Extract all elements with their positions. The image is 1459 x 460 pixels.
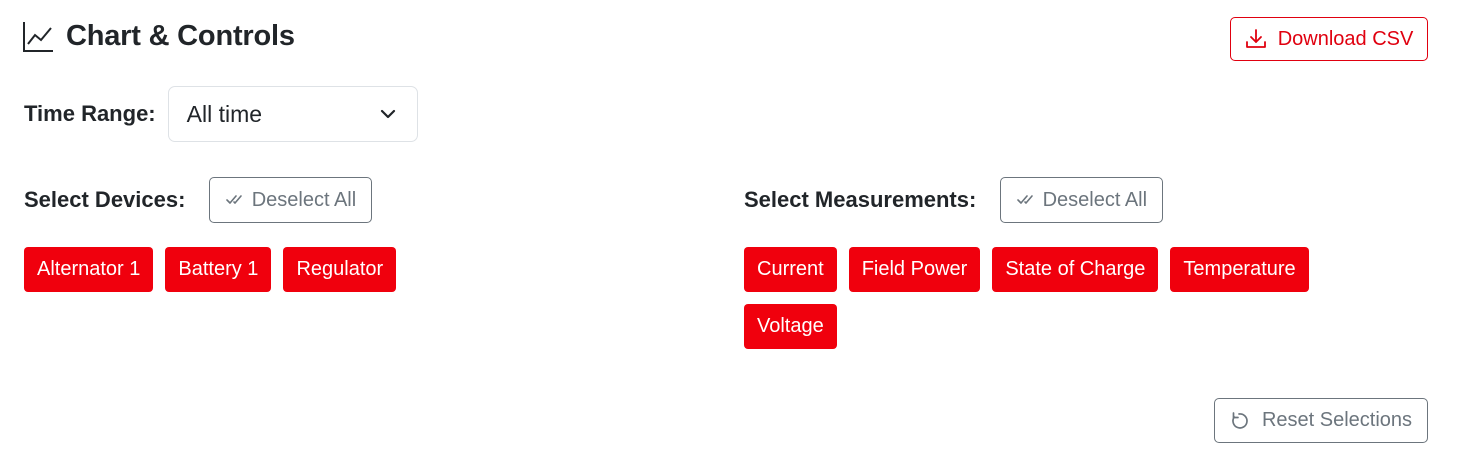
time-range-label: Time Range: [24, 101, 156, 126]
time-range-control: Time Range: All time [24, 86, 418, 142]
measurement-tag-voltage[interactable]: Voltage [744, 304, 837, 349]
time-range-select[interactable]: All time [167, 86, 418, 142]
measurement-tag-temperature[interactable]: Temperature [1170, 247, 1309, 292]
double-check-icon [1016, 194, 1035, 206]
time-range-value: All time [186, 100, 263, 127]
measurement-tag-current[interactable]: Current [744, 247, 837, 292]
deselect-all-label: Deselect All [251, 188, 357, 211]
devices-tag-list: Alternator 1 Battery 1 Regulator [24, 247, 704, 292]
device-tag-regulator[interactable]: Regulator [283, 247, 397, 292]
device-tag-alternator-1[interactable]: Alternator 1 [24, 247, 154, 292]
page-title: Chart & Controls [66, 20, 295, 52]
deselect-all-label: Deselect All [1042, 188, 1148, 211]
devices-header: Select Devices: Deselect All [24, 177, 373, 223]
measurements-header: Select Measurements: Deselect All [744, 177, 1164, 223]
download-icon [1245, 28, 1267, 50]
reset-selections-label: Reset Selections [1261, 409, 1413, 431]
measurements-deselect-all-button[interactable]: Deselect All [1000, 177, 1164, 223]
select-devices-label: Select Devices: [24, 187, 186, 212]
select-measurements-label: Select Measurements: [744, 187, 977, 212]
reset-icon [1230, 411, 1250, 431]
download-csv-label: Download CSV [1277, 27, 1414, 50]
measurement-tag-state-of-charge[interactable]: State of Charge [992, 247, 1159, 292]
measurements-tag-list: Current Field Power State of Charge Temp… [744, 247, 1344, 349]
double-check-icon [225, 194, 244, 206]
card-header: Chart & Controls [22, 20, 295, 53]
device-tag-battery-1[interactable]: Battery 1 [165, 247, 272, 292]
chevron-down-icon [379, 108, 397, 120]
download-csv-button[interactable]: Download CSV [1230, 17, 1428, 61]
line-chart-icon [22, 21, 54, 53]
measurement-tag-field-power[interactable]: Field Power [848, 247, 981, 292]
devices-deselect-all-button[interactable]: Deselect All [209, 177, 373, 223]
reset-selections-button[interactable]: Reset Selections [1214, 398, 1428, 443]
